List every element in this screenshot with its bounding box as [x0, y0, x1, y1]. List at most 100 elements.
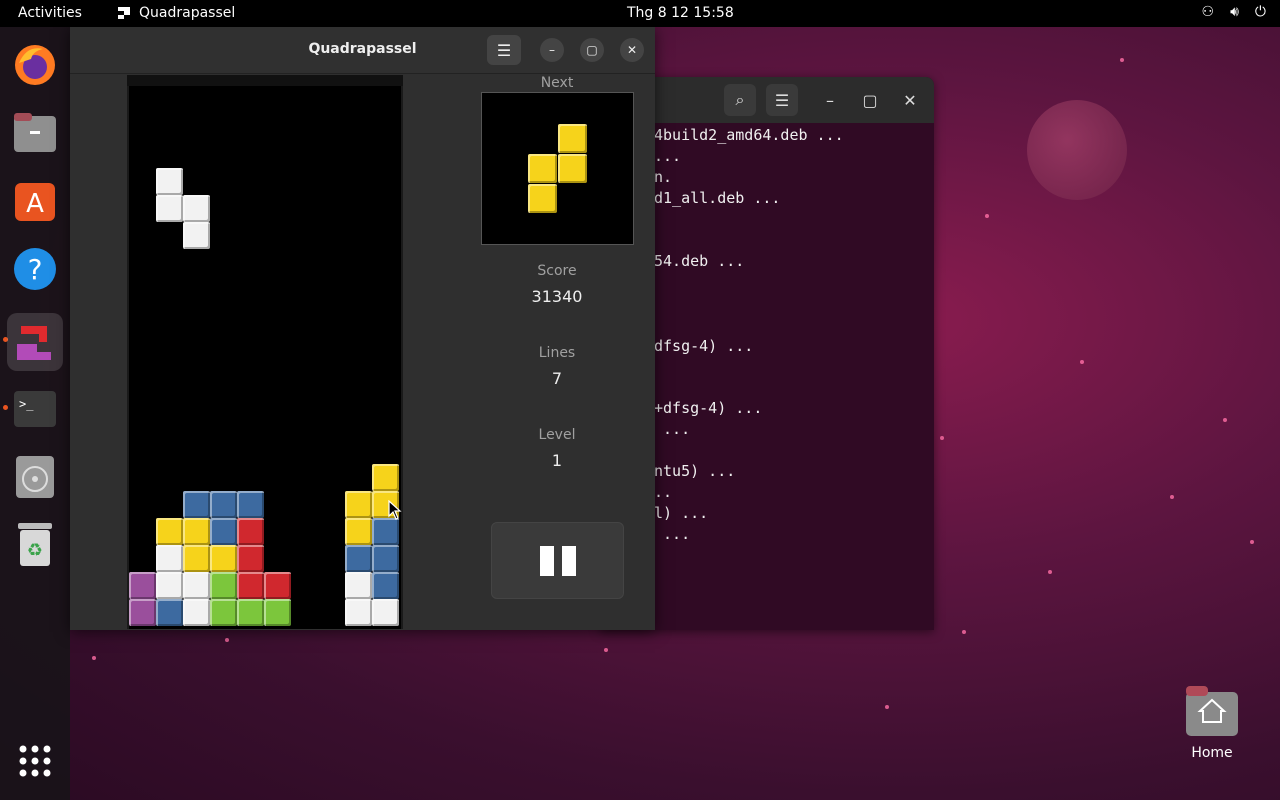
home-folder-icon[interactable]	[1184, 684, 1240, 740]
star	[1120, 58, 1124, 62]
stack-block	[264, 572, 291, 599]
terminal-line: l) ...	[654, 504, 709, 522]
mouse-cursor-icon	[388, 500, 402, 520]
firefox-icon[interactable]	[11, 41, 59, 89]
lines-value: 7	[551, 369, 563, 388]
home-label[interactable]: Home	[1180, 745, 1244, 761]
trash-icon[interactable]: ♻	[11, 521, 59, 569]
show-apps-icon[interactable]	[11, 737, 59, 785]
app-menu[interactable]: Quadrapassel	[117, 5, 235, 21]
star	[1170, 495, 1174, 499]
activities-button[interactable]: Activities	[18, 5, 82, 21]
game-board[interactable]	[127, 86, 403, 629]
level-value: 1	[551, 451, 563, 470]
volume-icon: 🔊︎	[1230, 4, 1239, 20]
stack-block	[237, 599, 264, 626]
stack-block	[372, 518, 399, 545]
stack-block	[129, 599, 156, 626]
stack-block	[129, 572, 156, 599]
stack-block	[345, 545, 372, 572]
star	[604, 648, 608, 652]
dock: A ? >_ ♻	[0, 27, 70, 800]
stack-block	[345, 599, 372, 626]
terminal-line: 4build2_amd64.deb ...	[654, 126, 844, 144]
stack-block	[237, 491, 264, 518]
network-icon: ⚇	[1201, 4, 1215, 20]
stack-block	[210, 545, 237, 572]
next-block	[528, 154, 557, 183]
next-block	[528, 184, 557, 213]
svg-text:♻: ♻	[27, 540, 43, 561]
terminal-icon[interactable]: >_	[11, 385, 59, 433]
desktop-moon-decoration	[1027, 100, 1127, 200]
star	[940, 436, 944, 440]
falling-block	[156, 195, 183, 222]
hamburger-menu-icon[interactable]: ☰	[487, 35, 521, 65]
stack-block	[183, 545, 210, 572]
system-tray[interactable]: ⚇ 🔊︎ ⏻	[1202, 4, 1266, 20]
next-block	[558, 154, 587, 183]
next-block	[558, 124, 587, 153]
pause-icon	[561, 545, 576, 576]
stack-block	[156, 572, 183, 599]
quadrapassel-small-icon	[118, 7, 130, 19]
stack-block	[237, 572, 264, 599]
running-indicator	[3, 405, 8, 410]
search-icon[interactable]: ⌕	[724, 84, 756, 116]
svg-text:A: A	[26, 189, 44, 219]
pause-button[interactable]	[491, 522, 624, 599]
stack-block	[183, 491, 210, 518]
terminal-line: d1_all.deb ...	[654, 189, 781, 207]
star	[1048, 570, 1052, 574]
terminal-line: ...	[654, 525, 691, 543]
stack-block	[156, 518, 183, 545]
close-icon[interactable]: ✕	[894, 84, 926, 116]
stack-block	[345, 491, 372, 518]
pause-icon	[539, 545, 554, 576]
stack-block	[183, 572, 210, 599]
terminal-line: ...	[654, 147, 682, 165]
score-label: Score	[537, 263, 577, 279]
star	[962, 630, 966, 634]
minimize-icon[interactable]: –	[540, 38, 564, 62]
stack-block	[372, 545, 399, 572]
maximize-icon[interactable]: ▢	[580, 38, 604, 62]
window-title: Quadrapassel	[308, 41, 417, 57]
quadrapassel-window: Quadrapassel ☰ – ▢ ✕ Next Score 31340 Li…	[70, 27, 655, 630]
star	[885, 705, 889, 709]
falling-block	[183, 195, 210, 222]
clock[interactable]: Thg 8 12 15:58	[627, 5, 734, 21]
files-icon[interactable]	[11, 109, 59, 157]
star	[1223, 418, 1227, 422]
stack-block	[237, 518, 264, 545]
star	[985, 214, 989, 218]
stack-block	[156, 545, 183, 572]
stack-block	[183, 518, 210, 545]
top-bar: Activities Quadrapassel Thg 8 12 15:58 ⚇…	[0, 0, 1280, 27]
app-menu-label: Quadrapassel	[139, 5, 236, 21]
close-icon[interactable]: ✕	[620, 38, 644, 62]
score-value: 31340	[531, 287, 583, 306]
help-icon[interactable]: ?	[11, 245, 59, 293]
svg-text:?: ?	[28, 253, 43, 286]
lines-label: Lines	[538, 345, 576, 361]
maximize-icon[interactable]: ▢	[854, 84, 886, 116]
svg-text:>_: >_	[19, 397, 34, 411]
app-center-icon[interactable]: A	[11, 177, 59, 225]
power-icon: ⏻	[1254, 4, 1266, 20]
stack-block	[210, 518, 237, 545]
disc-icon[interactable]	[11, 453, 59, 501]
menu-icon[interactable]: ☰	[766, 84, 798, 116]
stack-block	[345, 518, 372, 545]
next-label: Next	[540, 75, 574, 91]
terminal-line: n.	[654, 168, 673, 186]
quadrapassel-icon[interactable]	[7, 313, 63, 371]
stack-block	[264, 599, 291, 626]
board-top-strip	[127, 75, 403, 86]
stack-block	[372, 464, 399, 491]
star	[92, 656, 96, 660]
star	[1250, 540, 1254, 544]
minimize-icon[interactable]: –	[814, 84, 846, 116]
stack-block	[345, 572, 372, 599]
game-header: Quadrapassel ☰ – ▢ ✕	[70, 27, 655, 74]
